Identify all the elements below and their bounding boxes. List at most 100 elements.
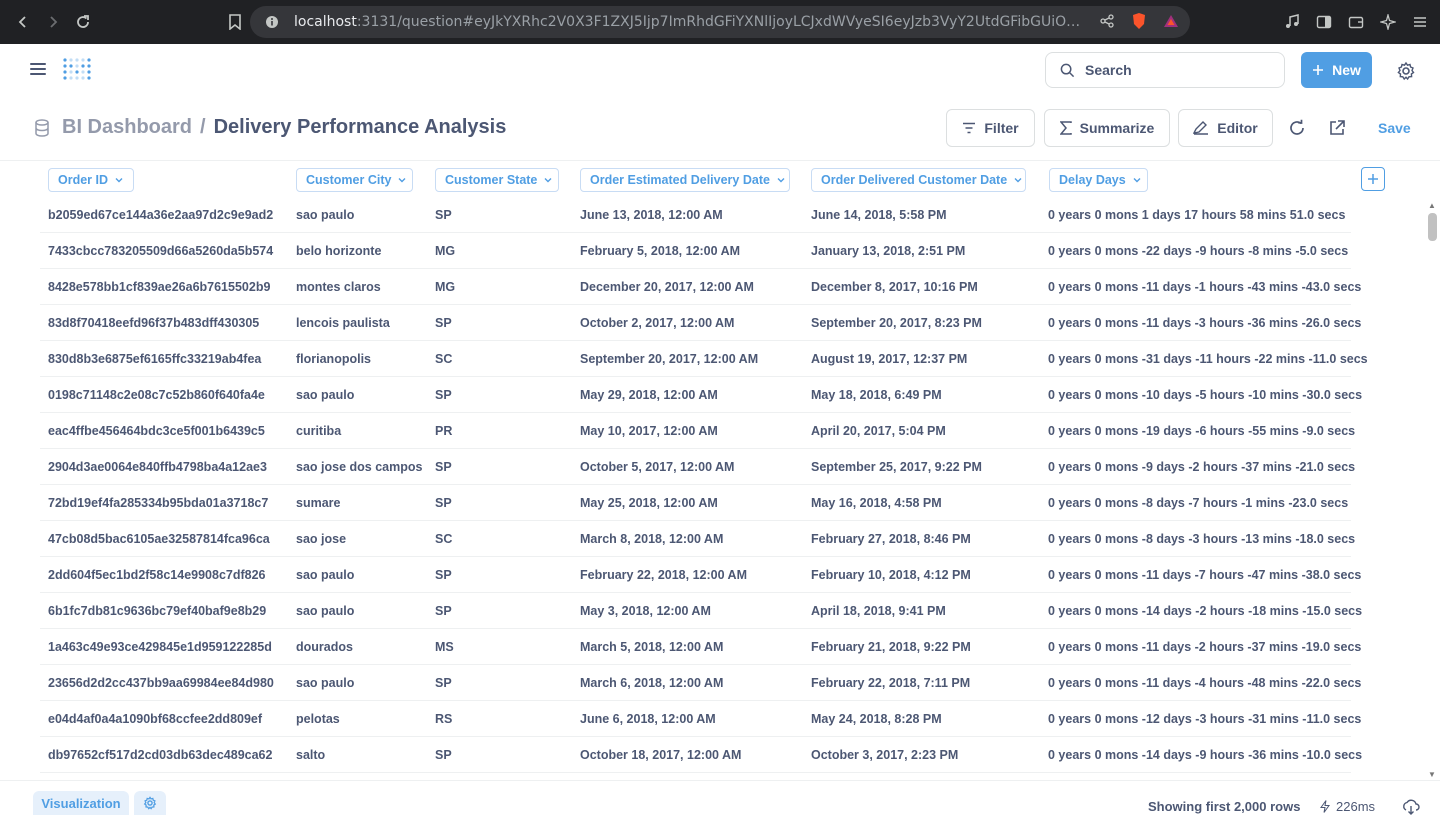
cell-customer-city[interactable]: sao jose dos campos <box>296 460 422 474</box>
cell-order-id[interactable]: 1a463c49e93ce429845e1d959122285d <box>48 640 272 654</box>
cell-order-id[interactable]: 23656d2d2cc437bb9aa69984ee84d980 <box>48 676 274 690</box>
back-icon[interactable] <box>8 7 38 37</box>
cell-estimated-delivery[interactable]: October 2, 2017, 12:00 AM <box>580 316 734 330</box>
summarize-button[interactable]: Summarize <box>1044 109 1170 147</box>
cell-delay[interactable]: 0 years 0 mons -11 days -2 hours -37 min… <box>1048 640 1361 654</box>
cell-customer-city[interactable]: belo horizonte <box>296 244 381 258</box>
page-title[interactable]: Delivery Performance Analysis <box>214 116 507 139</box>
cell-delay[interactable]: 0 years 0 mons -11 days -7 hours -47 min… <box>1048 568 1361 582</box>
search-input[interactable]: Search <box>1045 52 1285 88</box>
media-icon[interactable] <box>1282 12 1302 32</box>
cell-delivered-date[interactable]: February 27, 2018, 8:46 PM <box>811 532 971 546</box>
cell-delay[interactable]: 0 years 0 mons -8 days -7 hours -1 mins … <box>1048 496 1348 510</box>
table-row[interactable]: 47cb08d5bac6105ae32587814fca96ca sao jose… <box>40 521 1355 557</box>
cell-delay[interactable]: 0 years 0 mons -10 days -5 hours -10 min… <box>1048 388 1362 402</box>
table-row[interactable]: 72bd19ef4fa285334b95bda01a3718c7 sumare SP… <box>40 485 1351 521</box>
table-row[interactable]: b2059ed67ce144a36e2aa97d2c9e9ad2 sao paul… <box>40 197 1351 233</box>
cell-order-id[interactable]: 6b1fc7db81c9636bc79ef40baf9e8b29 <box>48 604 266 618</box>
cell-customer-city[interactable]: pelotas <box>296 712 340 726</box>
cell-customer-city[interactable]: sao paulo <box>296 676 354 690</box>
site-info-icon[interactable] <box>264 14 280 30</box>
viz-settings-gear-icon[interactable] <box>134 791 166 815</box>
cell-customer-state[interactable]: SP <box>435 604 452 618</box>
table-row[interactable]: 83d8f70418eefd96f37b483dff430305 lencois … <box>40 305 1361 341</box>
share-icon[interactable] <box>1098 12 1116 30</box>
cell-delivered-date[interactable]: February 21, 2018, 9:22 PM <box>811 640 971 654</box>
cell-customer-city[interactable]: montes claros <box>296 280 381 294</box>
cell-customer-city[interactable]: florianopolis <box>296 352 371 366</box>
cell-customer-city[interactable]: sao jose <box>296 532 346 546</box>
cell-delivered-date[interactable]: September 25, 2017, 9:22 PM <box>811 460 982 474</box>
cell-customer-state[interactable]: SP <box>435 208 452 222</box>
cell-customer-state[interactable]: MG <box>435 280 455 294</box>
cell-order-id[interactable]: 83d8f70418eefd96f37b483dff430305 <box>48 316 259 330</box>
table-row[interactable]: 2904d3ae0064e840ffb4798ba4a12ae3 sao jose… <box>40 449 1355 485</box>
cell-delivered-date[interactable]: May 16, 2018, 4:58 PM <box>811 496 942 510</box>
table-row[interactable]: 2dd604f5ec1bd2f58c14e9908c7df826 sao paul… <box>40 557 1361 593</box>
cell-order-id[interactable]: 72bd19ef4fa285334b95bda01a3718c7 <box>48 496 268 510</box>
cell-delay[interactable]: 0 years 0 mons -19 days -6 hours -55 min… <box>1048 424 1355 438</box>
wallet-icon[interactable] <box>1346 12 1366 32</box>
cell-order-id[interactable]: eac4ffbe456464bdc3ce5f001b6439c5 <box>48 424 265 438</box>
cell-customer-city[interactable]: salto <box>296 748 325 762</box>
cell-customer-city[interactable]: curitiba <box>296 424 341 438</box>
cell-delivered-date[interactable]: April 18, 2018, 9:41 PM <box>811 604 946 618</box>
cell-delivered-date[interactable]: June 14, 2018, 5:58 PM <box>811 208 947 222</box>
cell-customer-state[interactable]: SC <box>435 352 452 366</box>
new-button[interactable]: New <box>1301 52 1372 88</box>
cell-customer-state[interactable]: SP <box>435 316 452 330</box>
cell-order-id[interactable]: b2059ed67ce144a36e2aa97d2c9e9ad2 <box>48 208 273 222</box>
cell-estimated-delivery[interactable]: May 25, 2018, 12:00 AM <box>580 496 718 510</box>
table-row[interactable]: 6b1fc7db81c9636bc79ef40baf9e8b29 sao paul… <box>40 593 1362 629</box>
cell-estimated-delivery[interactable]: June 13, 2018, 12:00 AM <box>580 208 723 222</box>
settings-gear-icon[interactable] <box>1396 61 1416 81</box>
editor-button[interactable]: Editor <box>1178 109 1273 147</box>
collection-link[interactable]: BI Dashboard <box>62 116 192 139</box>
column-header-delivered-date[interactable]: Order Delivered Customer Date <box>811 168 1026 192</box>
cell-estimated-delivery[interactable]: October 18, 2017, 12:00 AM <box>580 748 741 762</box>
reload-icon[interactable] <box>68 7 98 37</box>
cell-estimated-delivery[interactable]: March 6, 2018, 12:00 AM <box>580 676 723 690</box>
metabase-logo[interactable] <box>61 56 91 86</box>
brave-rewards-icon[interactable] <box>1162 12 1180 30</box>
cell-delay[interactable]: 0 years 0 mons -31 days -11 hours -22 mi… <box>1048 352 1368 366</box>
cell-customer-city[interactable]: sao paulo <box>296 568 354 582</box>
table-row[interactable]: e04d4af0a4a1090bf68ccfee2dd809ef pelotas R… <box>40 701 1361 737</box>
cell-order-id[interactable]: 47cb08d5bac6105ae32587814fca96ca <box>48 532 270 546</box>
cell-delay[interactable]: 0 years 0 mons -14 days -9 hours -36 min… <box>1048 748 1362 762</box>
refresh-icon[interactable] <box>1288 119 1306 137</box>
cell-customer-state[interactable]: SP <box>435 568 452 582</box>
visualization-button[interactable]: Visualization <box>33 791 129 815</box>
cell-estimated-delivery[interactable]: March 8, 2018, 12:00 AM <box>580 532 723 546</box>
cell-customer-state[interactable]: SC <box>435 532 452 546</box>
filter-button[interactable]: Filter <box>946 109 1035 147</box>
open-external-icon[interactable] <box>1328 119 1346 137</box>
cell-estimated-delivery[interactable]: March 5, 2018, 12:00 AM <box>580 640 723 654</box>
cell-delay[interactable]: 0 years 0 mons -11 days -3 hours -36 min… <box>1048 316 1361 330</box>
cell-customer-state[interactable]: SP <box>435 676 452 690</box>
cell-estimated-delivery[interactable]: December 20, 2017, 12:00 AM <box>580 280 754 294</box>
cell-customer-state[interactable]: SP <box>435 460 452 474</box>
cell-estimated-delivery[interactable]: May 29, 2018, 12:00 AM <box>580 388 718 402</box>
cell-order-id[interactable]: 7433cbcc783205509d66a5260da5b574 <box>48 244 273 258</box>
cell-delivered-date[interactable]: January 13, 2018, 2:51 PM <box>811 244 965 258</box>
cell-customer-state[interactable]: MG <box>435 244 455 258</box>
column-header-estimated-delivery[interactable]: Order Estimated Delivery Date <box>580 168 790 192</box>
menu-icon[interactable] <box>1410 12 1430 32</box>
cell-delivered-date[interactable]: May 24, 2018, 8:28 PM <box>811 712 942 726</box>
cell-order-id[interactable]: 8428e578bb1cf839ae26a6b7615502b9 <box>48 280 270 294</box>
cell-customer-city[interactable]: lencois paulista <box>296 316 390 330</box>
cell-customer-state[interactable]: SP <box>435 748 452 762</box>
cell-customer-state[interactable]: SP <box>435 388 452 402</box>
table-row[interactable]: 23656d2d2cc437bb9aa69984ee84d980 sao paul… <box>40 665 1361 701</box>
table-row[interactable]: 7433cbcc783205509d66a5260da5b574 belo hor… <box>40 233 1351 269</box>
scroll-down-icon[interactable]: ▼ <box>1428 770 1436 779</box>
cell-delay[interactable]: 0 years 0 mons -11 days -4 hours -48 min… <box>1048 676 1361 690</box>
cell-delivered-date[interactable]: December 8, 2017, 10:16 PM <box>811 280 978 294</box>
table-row[interactable]: 0198c71148c2e08c7c52b860f640fa4e sao paul… <box>40 377 1362 413</box>
download-icon[interactable] <box>1402 798 1420 816</box>
cell-delay[interactable]: 0 years 0 mons -8 days -3 hours -13 mins… <box>1048 532 1355 546</box>
cell-customer-city[interactable]: sumare <box>296 496 340 510</box>
cell-delay[interactable]: 0 years 0 mons -14 days -2 hours -18 min… <box>1048 604 1362 618</box>
cell-delay[interactable]: 0 years 0 mons -22 days -9 hours -8 mins… <box>1048 244 1348 258</box>
